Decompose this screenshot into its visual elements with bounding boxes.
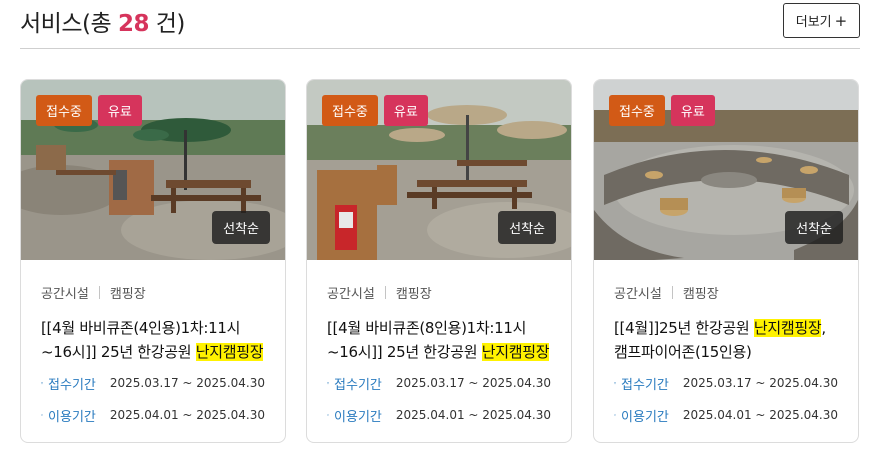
result-count: 28: [117, 11, 150, 37]
subcategory-label: 캠핑장: [682, 286, 719, 302]
category-label: 공간시설: [41, 286, 89, 302]
reception-label: 접수기간: [334, 377, 382, 393]
usage-dates: 2025.04.01 ~ 2025.04.30: [109, 408, 265, 422]
badge-row: 접수중 유료: [609, 95, 715, 126]
usage-label: 이용기간: [48, 409, 96, 425]
fee-badge: 유료: [97, 95, 142, 126]
usage-label: 이용기간: [621, 409, 669, 425]
title-prefix: 서비스(총: [20, 11, 118, 37]
title-highlight: 난지캠핑장: [195, 343, 264, 361]
card-thumbnail: 접수중 유료 선착순: [307, 80, 571, 260]
usage-period-row: 이용기간 2025.04.01 ~ 2025.04.30: [41, 403, 265, 427]
title-highlight: 난지캠핑장: [481, 343, 550, 361]
fee-badge: 유료: [670, 95, 715, 126]
category-label: 공간시설: [614, 286, 662, 302]
usage-label: 이용기간: [334, 409, 382, 425]
service-card[interactable]: 접수중 유료 선착순 공간시설 캠핑장 [[4월]]25년 한강공원 난지캠핑장…: [593, 79, 859, 443]
calendar-icon: [41, 382, 43, 384]
status-badge: 접수중: [609, 95, 665, 126]
more-label: 더보기: [795, 15, 832, 30]
status-badge: 접수중: [322, 95, 378, 126]
reception-period-row: 접수기간 2025.03.17 ~ 2025.04.30: [41, 371, 265, 395]
clock-icon: [327, 414, 329, 416]
order-tag: 선착순: [785, 211, 843, 244]
usage-dates: 2025.04.01 ~ 2025.04.30: [395, 408, 551, 422]
service-card[interactable]: 접수중 유료 선착순 공간시설 캠핑장 [[4월 바비큐존(8인용)1차:11시…: [306, 79, 572, 443]
card-title[interactable]: [[4월]]25년 한강공원 난지캠핑장, 캠프파이어존(15인용): [614, 316, 838, 364]
more-button[interactable]: 더보기 +: [783, 3, 860, 38]
usage-period-row: 이용기간 2025.04.01 ~ 2025.04.30: [327, 403, 551, 427]
reception-label: 접수기간: [621, 377, 669, 393]
card-thumbnail: 접수중 유료 선착순: [594, 80, 858, 260]
reception-dates: 2025.03.17 ~ 2025.04.30: [395, 376, 551, 390]
category-divider: [671, 285, 673, 299]
subcategory-label: 캠핑장: [395, 286, 432, 302]
category-divider: [384, 285, 386, 299]
reception-dates: 2025.03.17 ~ 2025.04.30: [109, 376, 265, 390]
order-tag: 선착순: [498, 211, 556, 244]
title-suffix: 건): [148, 11, 186, 37]
section-header: 서비스(총 28 건) 더보기 +: [20, 0, 860, 49]
usage-period-row: 이용기간 2025.04.01 ~ 2025.04.30: [614, 403, 838, 427]
usage-dates: 2025.04.01 ~ 2025.04.30: [682, 408, 838, 422]
subcategory-label: 캠핑장: [109, 286, 146, 302]
category-label: 공간시설: [327, 286, 375, 302]
reception-label: 접수기간: [48, 377, 96, 393]
reception-period-row: 접수기간 2025.03.17 ~ 2025.04.30: [614, 371, 838, 395]
badge-row: 접수중 유료: [322, 95, 428, 126]
fee-badge: 유료: [383, 95, 428, 126]
clock-icon: [614, 414, 616, 416]
card-categories: 공간시설 캠핑장: [41, 282, 265, 302]
clock-icon: [41, 414, 43, 416]
section-title: 서비스(총 28 건): [20, 4, 185, 38]
title-text: [[4월]]25년 한강공원: [614, 319, 754, 337]
card-categories: 공간시설 캠핑장: [614, 282, 838, 302]
card-title[interactable]: [[4월 바비큐존(4인용)1차:11시 ~16시]] 25년 한강공원 난지캠…: [41, 316, 265, 364]
card-title[interactable]: [[4월 바비큐존(8인용)1차:11시 ~16시]] 25년 한강공원 난지캠…: [327, 316, 551, 364]
reception-period-row: 접수기간 2025.03.17 ~ 2025.04.30: [327, 371, 551, 395]
badge-row: 접수중 유료: [36, 95, 142, 126]
plus-icon: +: [834, 11, 848, 30]
service-card[interactable]: 접수중 유료 선착순 공간시설 캠핑장 [[4월 바비큐존(4인용)1차:11시…: [20, 79, 286, 443]
calendar-icon: [327, 382, 329, 384]
order-tag: 선착순: [212, 211, 270, 244]
card-categories: 공간시설 캠핑장: [327, 282, 551, 302]
calendar-icon: [614, 382, 616, 384]
reception-dates: 2025.03.17 ~ 2025.04.30: [682, 376, 838, 390]
category-divider: [98, 285, 100, 299]
card-thumbnail: 접수중 유료 선착순: [21, 80, 285, 260]
status-badge: 접수중: [36, 95, 92, 126]
title-highlight: 난지캠핑장: [753, 319, 822, 337]
